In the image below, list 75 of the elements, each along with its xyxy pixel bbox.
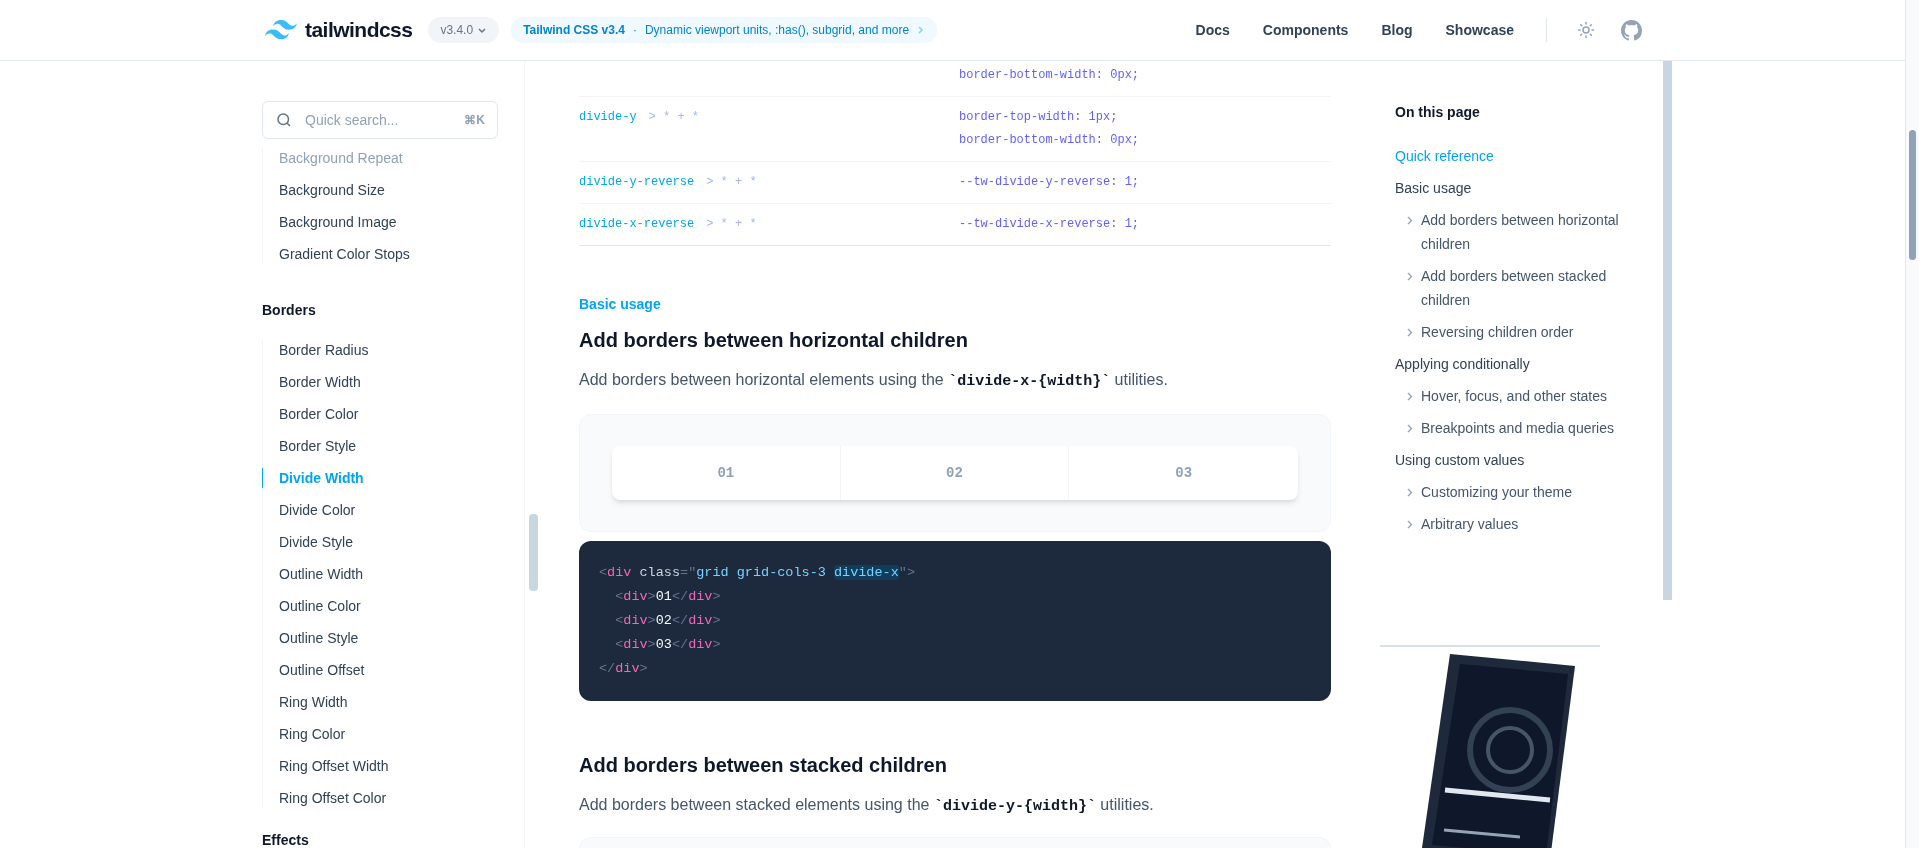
chevron-down-icon xyxy=(477,25,488,35)
sidebar-link[interactable]: Border Color xyxy=(262,404,512,424)
toc-link[interactable]: Using custom values xyxy=(1395,448,1641,472)
css-declaration: --tw-divide-x-reverse: 1; xyxy=(959,216,1140,233)
chevron-right-icon xyxy=(1407,424,1413,433)
section-heading: Add borders between horizontal children xyxy=(579,328,969,353)
sidebar-link[interactable]: Outline Color xyxy=(262,596,512,616)
chevron-right-icon xyxy=(1407,272,1413,281)
sidebar-link[interactable]: Background Size xyxy=(262,180,512,200)
selector-text: > * + * xyxy=(706,174,757,191)
toc-link[interactable]: Add borders between horizontal children xyxy=(1421,208,1627,256)
chevron-right-icon xyxy=(917,25,926,35)
class-name: divide-y xyxy=(579,109,637,126)
selector-text: > * + * xyxy=(706,216,757,233)
chevron-right-icon xyxy=(1407,520,1413,529)
section-heading: Borders xyxy=(262,301,317,320)
toc-link[interactable]: Applying conditionally xyxy=(1395,352,1641,376)
chevron-right-icon xyxy=(1407,488,1413,497)
sidebar-link[interactable]: Divide Color xyxy=(262,500,512,520)
sidebar-link[interactable]: Ring Color xyxy=(262,724,512,744)
toc-link[interactable]: Arbitrary values xyxy=(1421,512,1519,536)
nav-link[interactable]: Components xyxy=(1262,19,1349,41)
sidebar-link[interactable]: Gradient Color Stops xyxy=(262,244,512,264)
paragraph: Add borders between horizontal elements using the `divide-x-{width}` utilities. xyxy=(579,370,1169,392)
shortcut-hint: ⌘K xyxy=(464,112,485,129)
sidebar-link[interactable]: Border Width xyxy=(262,372,512,392)
sidebar-link[interactable]: Outline Offset xyxy=(262,660,512,680)
sidebar-link[interactable]: Outline Width xyxy=(262,564,512,584)
sidebar-link[interactable]: Background Image xyxy=(262,212,512,232)
sidebar-link[interactable]: Ring Offset Width xyxy=(262,756,512,776)
version-dropdown[interactable]: v3.4.0 xyxy=(428,17,500,43)
nav-link[interactable]: Showcase xyxy=(1445,19,1514,41)
class-name: divide-y-reverse xyxy=(579,174,695,191)
css-declaration: border-top-width: 1px; xyxy=(959,109,1119,126)
announcement-link[interactable]: Tailwind CSS v3.4 · Dynamic viewport units, :has(), subgrid, and more xyxy=(511,17,938,43)
search-icon xyxy=(275,111,293,129)
toc-heading: On this page xyxy=(1395,103,1481,122)
scrollbar[interactable] xyxy=(1909,130,1916,260)
github-icon[interactable] xyxy=(1621,19,1642,41)
sidebar-link[interactable]: Ring Width xyxy=(262,692,512,712)
section-eyebrow: Basic usage xyxy=(579,295,662,314)
toc-link[interactable]: Breakpoints and media queries xyxy=(1421,416,1614,440)
chevron-right-icon xyxy=(1407,216,1413,225)
sidebar-link[interactable]: Border Style xyxy=(262,436,512,456)
section-heading: Add borders between stacked children xyxy=(579,753,948,778)
toc-link[interactable]: Basic usage xyxy=(1395,176,1641,200)
search-placeholder: Quick search... xyxy=(305,110,400,130)
grid-cell: 02 xyxy=(840,446,1070,500)
logo-icon xyxy=(265,20,297,40)
sidebar-link[interactable]: Outline Style xyxy=(262,628,512,648)
css-declaration: border-bottom-width: 0px; xyxy=(959,67,1140,84)
logo-wordmark[interactable]: tailwindcss xyxy=(305,14,413,46)
code-block: <div class="grid grid-cols-3 divide-x"> <div>01</div> <div>02</div> <div>03</div> </div> xyxy=(579,541,1331,701)
scrollbar[interactable] xyxy=(529,514,538,591)
scrollbar[interactable] xyxy=(1663,61,1672,600)
sidebar-link[interactable]: Divide Style xyxy=(262,532,512,552)
chevron-right-icon xyxy=(1407,328,1413,337)
sidebar-link[interactable]: Border Radius xyxy=(262,340,512,360)
selector-text: > * + * xyxy=(648,109,700,126)
sidebar-link[interactable]: Ring Offset Color xyxy=(262,788,512,808)
chevron-right-icon xyxy=(1407,392,1413,401)
toc-link[interactable]: Customizing your theme xyxy=(1421,480,1572,504)
css-declaration: border-bottom-width: 0px; xyxy=(959,132,1140,149)
paragraph: Add borders between stacked elements using the `divide-y-{width}` utilities. xyxy=(579,795,1155,817)
section-heading: Effects xyxy=(262,831,310,848)
nav-link[interactable]: Blog xyxy=(1381,19,1413,41)
class-name: divide-x-reverse xyxy=(579,216,695,233)
grid-cell-text: 03 xyxy=(1174,463,1194,483)
toc-link[interactable]: Hover, focus, and other states xyxy=(1421,384,1607,408)
sun-icon[interactable] xyxy=(1577,21,1595,39)
nav-link[interactable]: Docs xyxy=(1195,19,1230,41)
css-declaration: --tw-divide-y-reverse: 1; xyxy=(959,174,1140,191)
toc-link[interactable]: Reversing children order xyxy=(1421,320,1574,344)
toc-link[interactable]: Add borders between stacked children xyxy=(1421,264,1627,312)
grid-cell: 01 xyxy=(612,446,841,500)
